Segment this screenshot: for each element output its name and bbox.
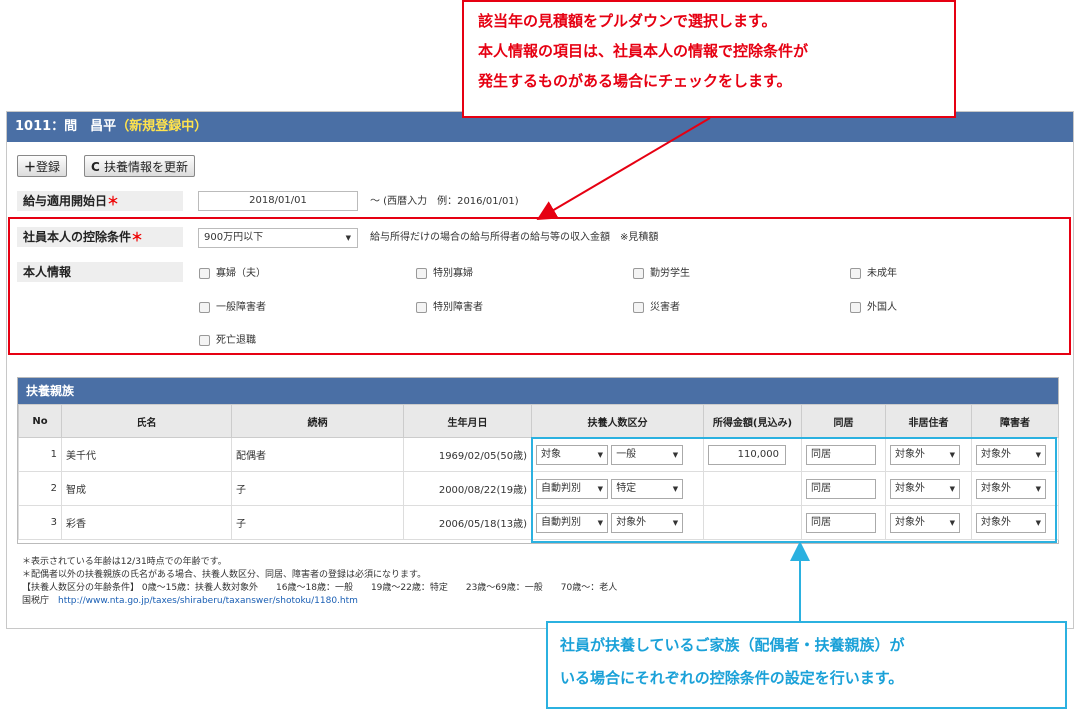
red-arrow — [536, 117, 711, 221]
callout-arrows — [536, 117, 810, 621]
